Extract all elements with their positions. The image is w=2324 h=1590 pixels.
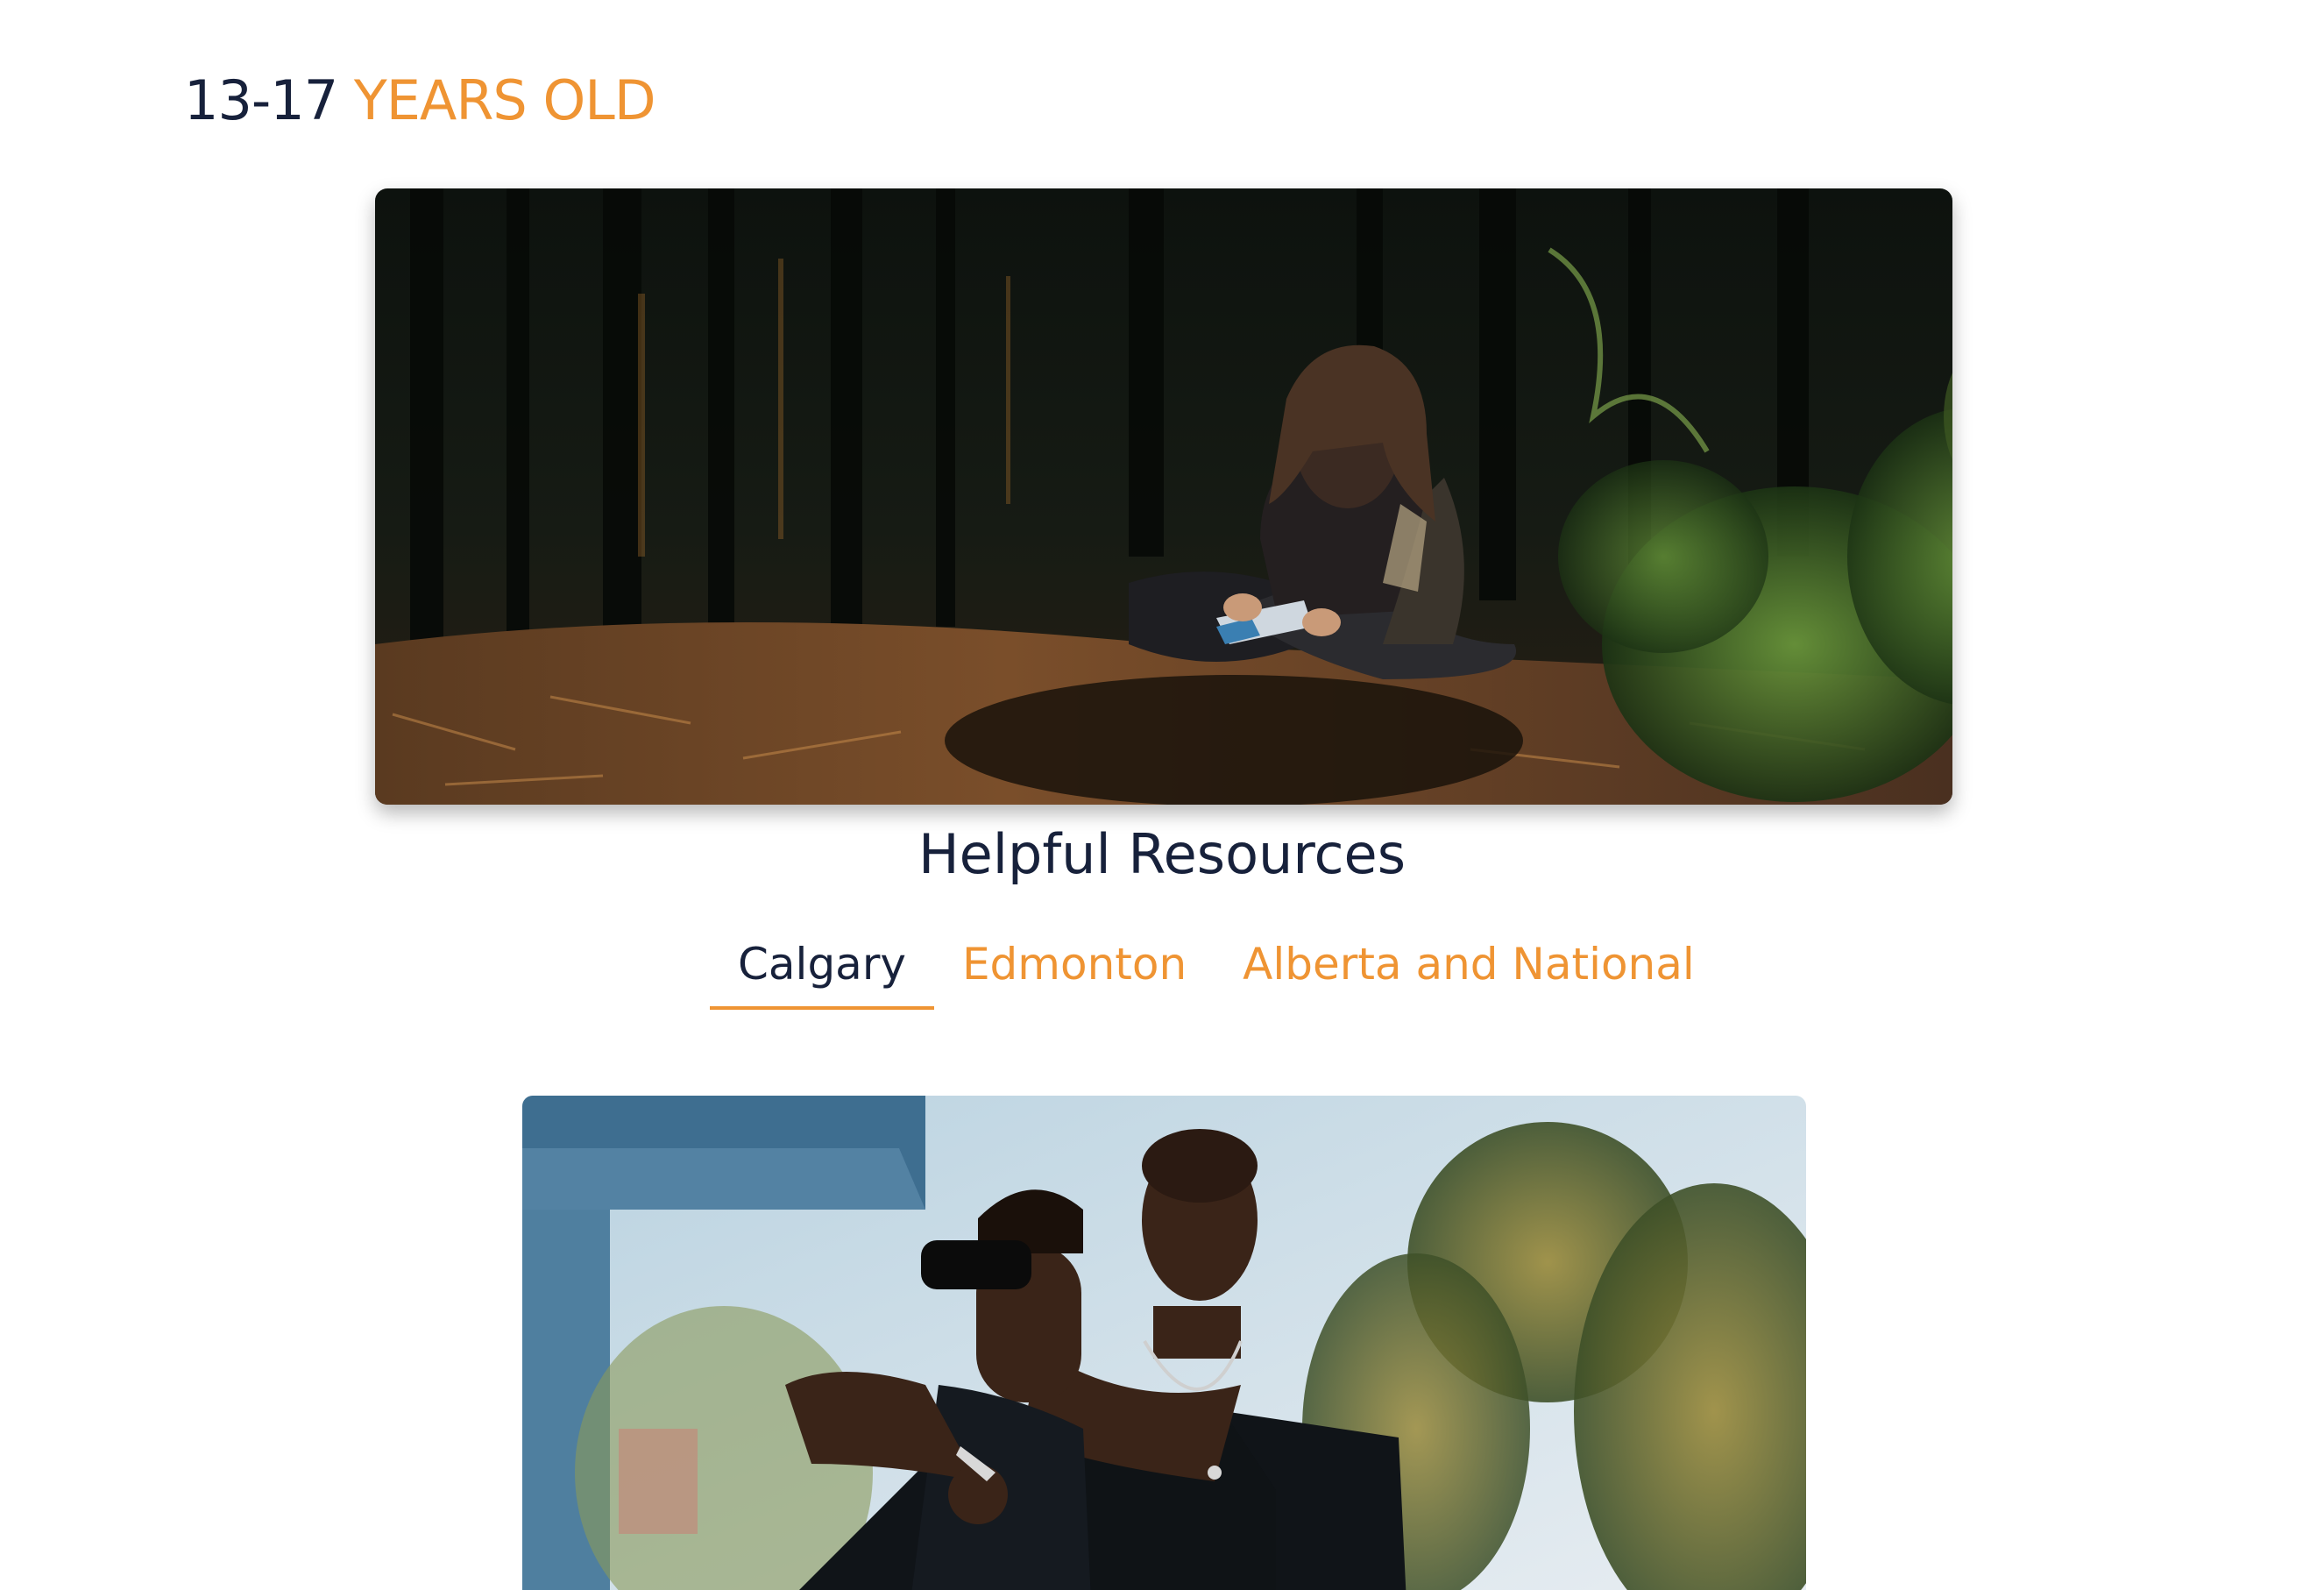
page-heading: 13-17 YEARS OLD: [184, 61, 656, 140]
section-title: Helpful Resources: [918, 822, 1406, 886]
location-tabs: Calgary Edmonton Alberta and National: [710, 929, 1723, 1013]
page: 13-17 YEARS OLD Helpful Resources Calgar…: [0, 0, 2324, 1590]
tab-calgary[interactable]: Calgary: [710, 929, 934, 1010]
age-suffix: YEARS OLD: [353, 68, 656, 132]
photo-person-sitting-in-forest: [375, 188, 1952, 805]
hero-image: [375, 188, 1952, 805]
age-range: 13-17: [184, 68, 338, 132]
tab-alberta-and-national[interactable]: Alberta and National: [1215, 929, 1723, 999]
photo-two-men-outdoors: [522, 1096, 1806, 1590]
resource-image: [522, 1096, 1806, 1590]
tab-edmonton[interactable]: Edmonton: [934, 929, 1215, 999]
